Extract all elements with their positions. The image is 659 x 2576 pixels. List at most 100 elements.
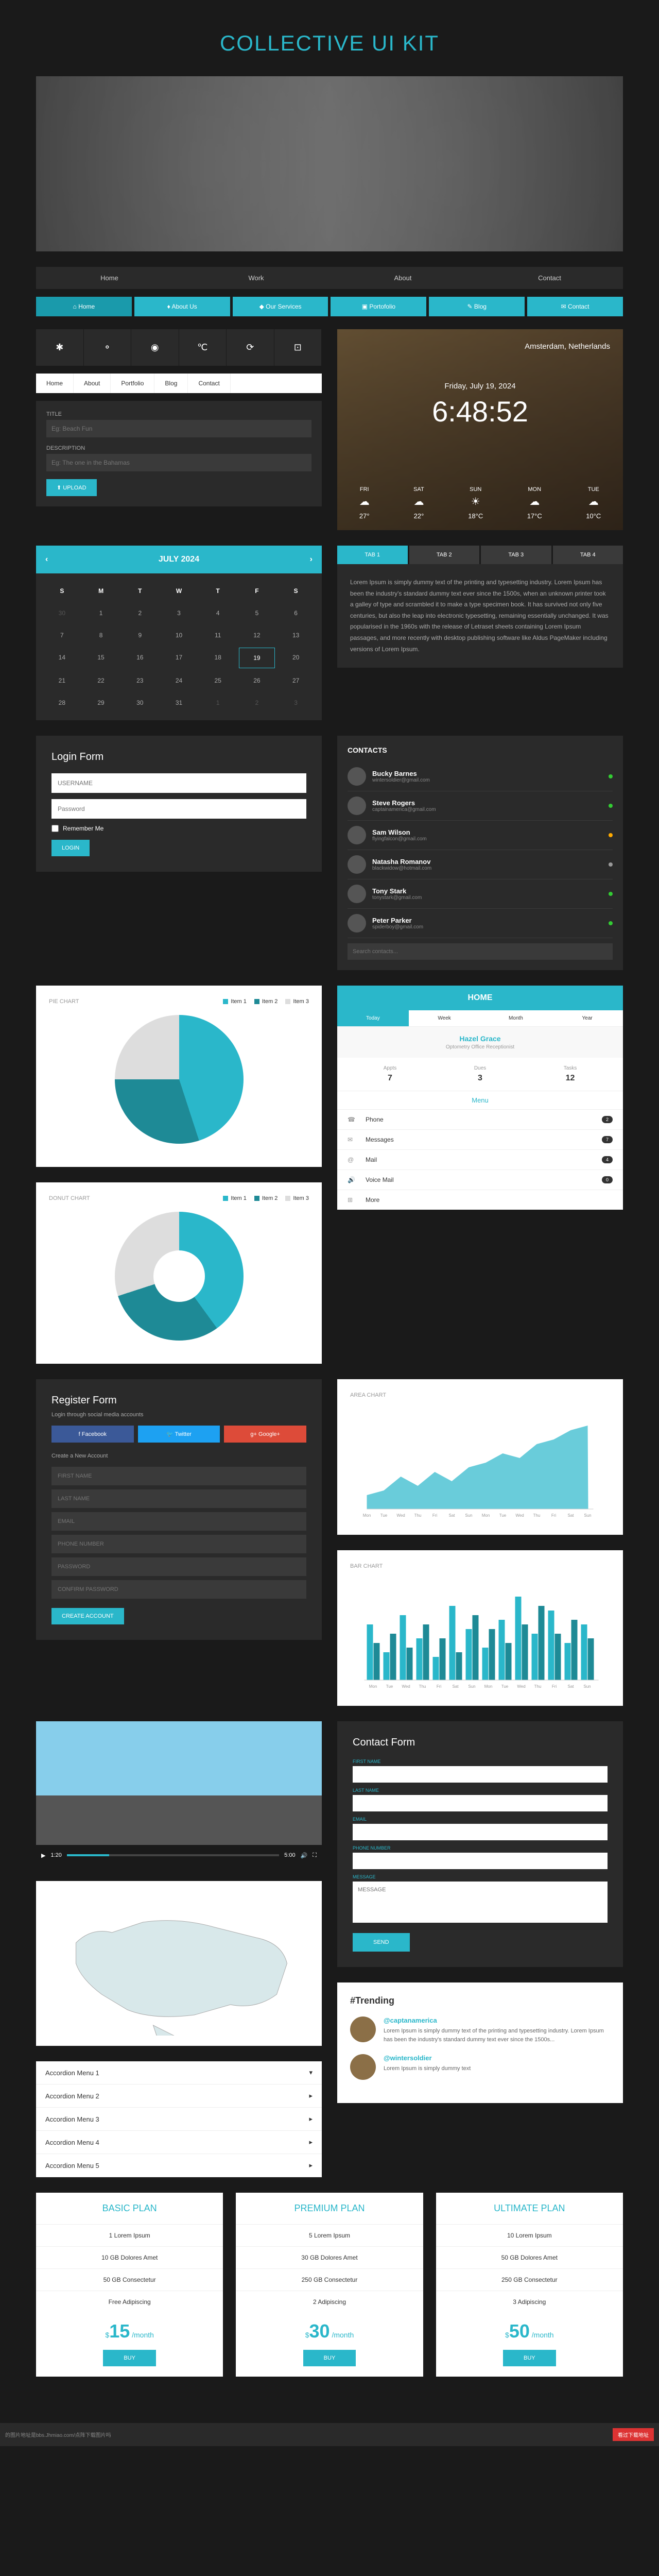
accordion-item[interactable]: Accordion Menu 2▸ [36, 2084, 322, 2108]
tweet-handle[interactable]: @wintersoldier [384, 2054, 471, 2062]
upload-button[interactable]: ⬆ UPLOAD [46, 479, 97, 496]
password-input[interactable] [51, 799, 306, 819]
contact-item[interactable]: Sam Wilsonflyingfalcon@gmail.com [348, 821, 613, 850]
nav1-item[interactable]: Contact [476, 267, 623, 289]
accordion-item[interactable]: Accordion Menu 5▸ [36, 2154, 322, 2177]
nav1-item[interactable]: Work [183, 267, 330, 289]
contact-input[interactable] [353, 1824, 608, 1840]
nav2-item[interactable]: ✉ Contact [527, 297, 623, 316]
cal-day[interactable]: 16 [122, 648, 158, 668]
toolbar-icon[interactable]: ◉ [131, 329, 179, 366]
toolbar-icon[interactable]: ⟳ [227, 329, 274, 366]
menu-item[interactable]: 🔊Voice Mail0 [337, 1170, 623, 1190]
tab[interactable]: TAB 3 [481, 546, 551, 564]
register-input[interactable] [51, 1489, 306, 1508]
contact-item[interactable]: Bucky Barneswintersoldier@gmail.com [348, 762, 613, 791]
tab[interactable]: TAB 4 [553, 546, 623, 564]
cal-day[interactable]: 31 [161, 693, 197, 713]
facebook-button[interactable]: f Facebook [51, 1426, 134, 1443]
cal-day[interactable]: 11 [200, 625, 236, 645]
buy-button[interactable]: BUY [303, 2350, 356, 2366]
cal-day[interactable]: 18 [200, 648, 236, 668]
cal-day[interactable]: 2 [122, 603, 158, 623]
contact-input[interactable] [353, 1766, 608, 1783]
accordion-item[interactable]: Accordion Menu 3▸ [36, 2108, 322, 2131]
toolbar-icon[interactable]: ✱ [36, 329, 84, 366]
send-button[interactable]: SEND [353, 1933, 410, 1952]
cal-day[interactable]: 9 [122, 625, 158, 645]
home-tab[interactable]: Month [480, 1010, 552, 1026]
nav3-item[interactable]: Portfolio [111, 374, 154, 393]
cal-day[interactable]: 1 [83, 603, 119, 623]
tab[interactable]: TAB 1 [337, 546, 408, 564]
cal-day[interactable]: 30 [44, 603, 80, 623]
cal-day[interactable]: 13 [278, 625, 314, 645]
register-input[interactable] [51, 1557, 306, 1576]
cal-day[interactable]: 14 [44, 648, 80, 668]
menu-item[interactable]: ☎Phone2 [337, 1109, 623, 1129]
message-input[interactable] [353, 1882, 608, 1923]
title-input[interactable] [46, 420, 311, 437]
create-account-button[interactable]: CREATE ACCOUNT [51, 1608, 124, 1624]
home-tab[interactable]: Today [337, 1010, 409, 1026]
toolbar-icon[interactable]: ⚬ [84, 329, 132, 366]
cal-day[interactable]: 28 [44, 693, 80, 713]
accordion-item[interactable]: Accordion Menu 1▾ [36, 2061, 322, 2084]
register-input[interactable] [51, 1535, 306, 1553]
nav2-item[interactable]: ◆ Our Services [233, 297, 328, 316]
home-tab[interactable]: Year [551, 1010, 623, 1026]
login-button[interactable]: LOGIN [51, 840, 90, 856]
cal-day[interactable]: 8 [83, 625, 119, 645]
register-input[interactable] [51, 1467, 306, 1485]
toolbar-icon[interactable]: ℃ [179, 329, 227, 366]
google-button[interactable]: g+ Google+ [224, 1426, 306, 1443]
video-progress[interactable] [67, 1854, 279, 1856]
cal-day[interactable]: 27 [278, 671, 314, 690]
desc-input[interactable] [46, 454, 311, 471]
contact-item[interactable]: Tony Starktonystark@gmail.com [348, 879, 613, 909]
cal-day[interactable]: 25 [200, 671, 236, 690]
map-widget[interactable] [36, 1881, 322, 2046]
cal-day[interactable]: 4 [200, 603, 236, 623]
accordion-item[interactable]: Accordion Menu 4▸ [36, 2131, 322, 2154]
tab[interactable]: TAB 2 [409, 546, 480, 564]
contact-item[interactable]: Steve Rogerscaptainamerica@gmail.com [348, 791, 613, 821]
cal-day[interactable]: 5 [239, 603, 275, 623]
cal-day[interactable]: 24 [161, 671, 197, 690]
cal-day[interactable]: 15 [83, 648, 119, 668]
video-frame[interactable] [36, 1721, 322, 1845]
tweet-handle[interactable]: @captanamerica [384, 2016, 610, 2024]
nav3-item[interactable]: Home [36, 374, 74, 393]
cal-day[interactable]: 10 [161, 625, 197, 645]
nav3-item[interactable]: Contact [188, 374, 230, 393]
play-icon[interactable]: ▶ [41, 1852, 45, 1859]
nav2-item[interactable]: ⌂ Home [36, 297, 132, 316]
buy-button[interactable]: BUY [503, 2350, 556, 2366]
cal-day[interactable]: 1 [200, 693, 236, 713]
nav1-item[interactable]: About [330, 267, 476, 289]
nav3-item[interactable]: About [74, 374, 111, 393]
cal-day[interactable]: 29 [83, 693, 119, 713]
volume-icon[interactable]: 🔊 [301, 1852, 308, 1859]
cal-day[interactable]: 3 [278, 693, 314, 713]
cal-day[interactable]: 20 [278, 648, 314, 668]
toolbar-icon[interactable]: ⊡ [274, 329, 322, 366]
contact-item[interactable]: Natasha Romanovblackwidow@hotmail.com [348, 850, 613, 879]
buy-button[interactable]: BUY [103, 2350, 156, 2366]
contact-input[interactable] [353, 1795, 608, 1811]
nav2-item[interactable]: ▣ Portofolio [331, 297, 426, 316]
cal-prev-icon[interactable]: ‹ [45, 555, 48, 564]
cal-day[interactable]: 21 [44, 671, 80, 690]
cal-day[interactable]: 19 [239, 648, 275, 668]
cal-day[interactable]: 30 [122, 693, 158, 713]
contact-input[interactable] [353, 1853, 608, 1869]
nav2-item[interactable]: ✎ Blog [429, 297, 525, 316]
menu-item[interactable]: ⊞More [337, 1190, 623, 1210]
twitter-button[interactable]: 🐦 Twitter [138, 1426, 220, 1443]
cal-day[interactable]: 12 [239, 625, 275, 645]
footer-button[interactable]: 看过下载地址 [613, 2428, 654, 2441]
username-input[interactable] [51, 773, 306, 793]
nav2-item[interactable]: ♦ About Us [134, 297, 230, 316]
cal-day[interactable]: 23 [122, 671, 158, 690]
cal-day[interactable]: 6 [278, 603, 314, 623]
